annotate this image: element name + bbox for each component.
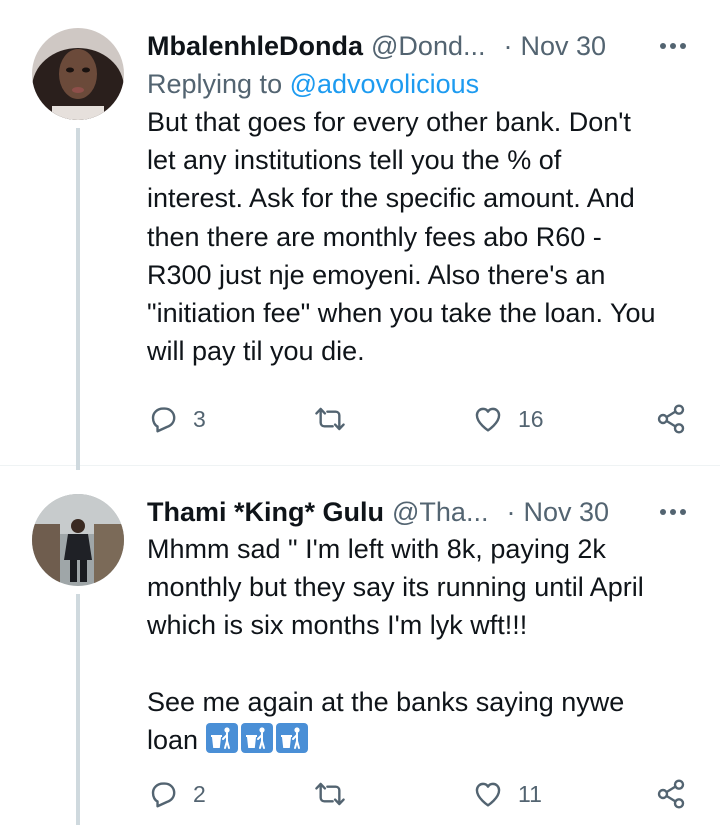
- user-handle[interactable]: @Dond...: [371, 28, 485, 64]
- separator-dot: ·: [506, 497, 516, 527]
- separator-dot: ·: [503, 31, 513, 61]
- tweet[interactable]: MbalenhleDonda @Dond... · Nov 30 Replyin…: [0, 0, 720, 470]
- tweet-header: MbalenhleDonda @Dond... · Nov 30: [147, 28, 690, 64]
- retweet-icon: [315, 782, 345, 806]
- put-litter-in-its-place-icon: [241, 723, 274, 754]
- tweet-content: Thami *King* Gulu @Tha... · Nov 30 Mhmm …: [147, 494, 690, 759]
- retweet-button[interactable]: [314, 399, 360, 439]
- share-icon: [657, 779, 685, 809]
- put-litter-in-its-place-icon: [276, 723, 309, 754]
- reply-button[interactable]: 2: [147, 774, 206, 814]
- reply-count: 2: [193, 780, 206, 807]
- tweet-content: MbalenhleDonda @Dond... · Nov 30 Replyin…: [147, 28, 690, 370]
- share-button[interactable]: [655, 774, 687, 814]
- reply-icon: [151, 407, 176, 433]
- like-button[interactable]: 16: [472, 399, 544, 439]
- emoji-group: [206, 723, 309, 754]
- retweet-icon: [315, 407, 345, 431]
- tweet-date[interactable]: Nov 30: [523, 494, 609, 530]
- user-handle[interactable]: @Tha...: [392, 494, 488, 530]
- put-litter-in-its-place-icon: [206, 723, 239, 754]
- more-options-icon[interactable]: [660, 28, 686, 64]
- tweet-date[interactable]: Nov 30: [520, 28, 606, 64]
- display-name[interactable]: Thami *King* Gulu: [147, 494, 384, 530]
- action-bar: 3 16: [147, 399, 690, 439]
- replying-to-label: Replying to: [147, 69, 283, 99]
- display-name[interactable]: MbalenhleDonda: [147, 28, 363, 64]
- tweet-text: But that goes for every other bank. Don'…: [147, 107, 656, 367]
- action-bar: 2 11: [147, 774, 690, 814]
- thread-line: [76, 594, 80, 825]
- share-button[interactable]: [655, 399, 687, 439]
- heart-icon: [475, 782, 501, 807]
- reply-icon: [151, 782, 176, 808]
- tweet[interactable]: Thami *King* Gulu @Tha... · Nov 30 Mhmm …: [0, 466, 720, 825]
- reply-count: 3: [193, 405, 206, 432]
- more-options-icon[interactable]: [660, 494, 686, 530]
- mention-link[interactable]: @advovolicious: [290, 69, 480, 99]
- reply-button[interactable]: 3: [147, 399, 206, 439]
- like-count: 16: [518, 405, 544, 432]
- avatar[interactable]: [32, 28, 124, 120]
- replying-to: Replying to @advovolicious: [147, 65, 690, 103]
- like-button[interactable]: 11: [472, 774, 542, 814]
- heart-icon: [475, 407, 501, 432]
- avatar[interactable]: [32, 494, 124, 586]
- thread-line: [76, 128, 80, 470]
- tweet-header: Thami *King* Gulu @Tha... · Nov 30: [147, 494, 690, 530]
- tweet-text-body: Mhmm sad " I'm left with 8k, paying 2k m…: [147, 534, 644, 756]
- tweet-text: Mhmm sad " I'm left with 8k, paying 2k m…: [147, 530, 690, 759]
- retweet-button[interactable]: [314, 774, 360, 814]
- like-count: 11: [518, 780, 542, 807]
- share-icon: [657, 404, 685, 434]
